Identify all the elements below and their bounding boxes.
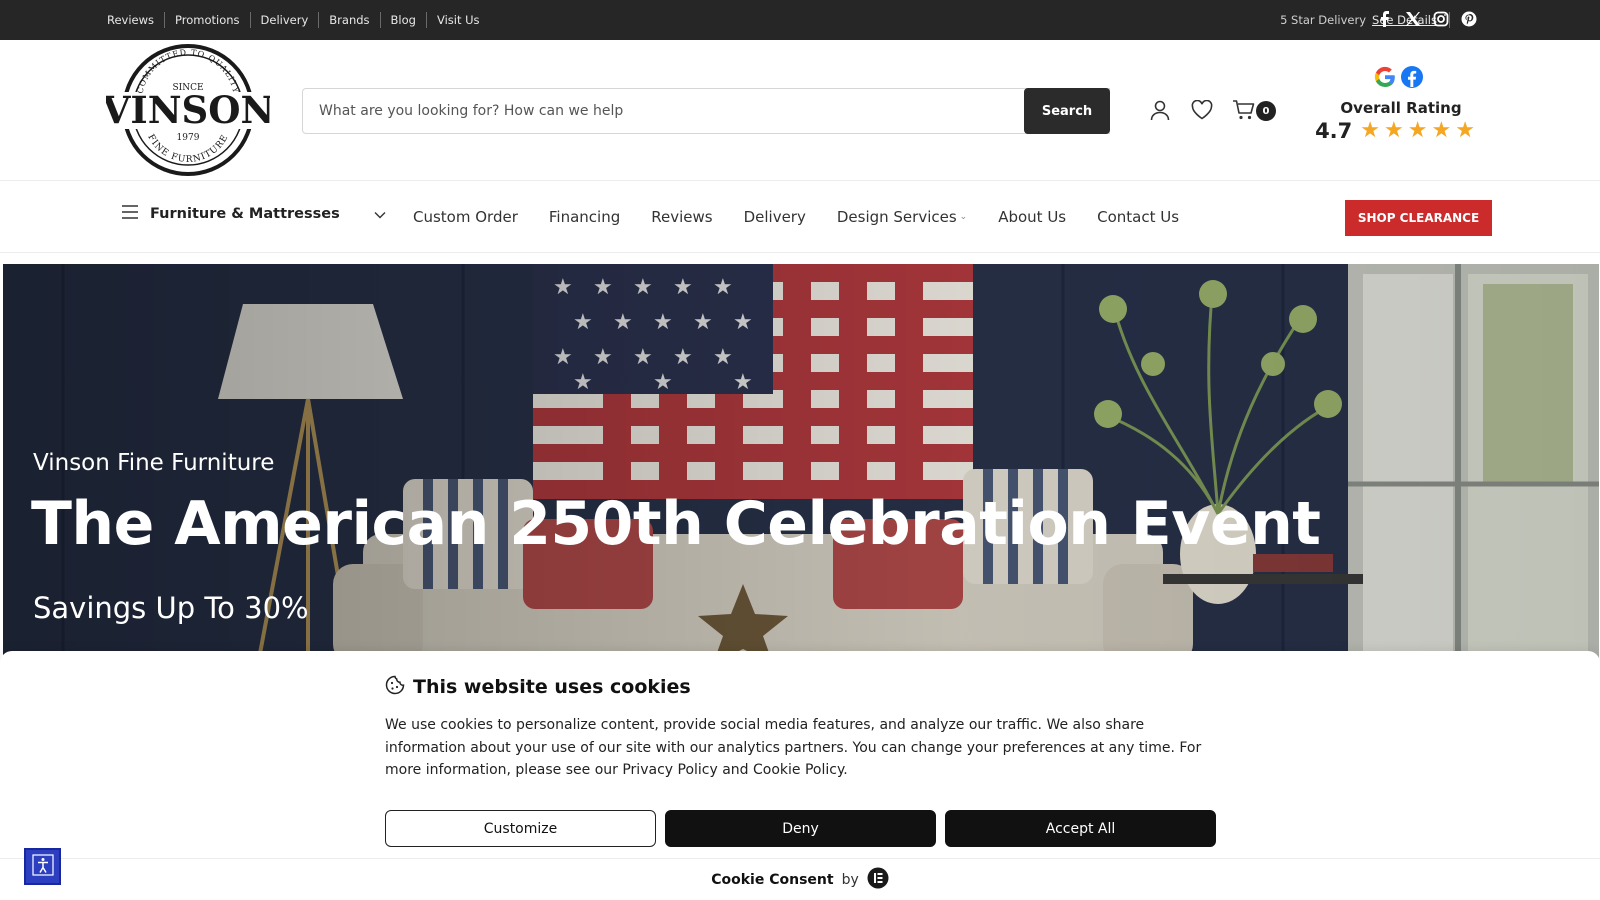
- star-icon: ★: [1360, 118, 1380, 143]
- cookie-deny-button[interactable]: Deny: [665, 810, 936, 847]
- rating-score-row: 4.7 ★ ★ ★ ★ ★: [1310, 119, 1480, 143]
- nav-link-reviews[interactable]: Reviews: [651, 208, 712, 226]
- star-icon: ★: [1384, 118, 1404, 143]
- overall-rating[interactable]: Overall Rating 4.7 ★ ★ ★ ★ ★: [1310, 65, 1480, 143]
- hero-kicker: Vinson Fine Furniture: [33, 450, 275, 476]
- nav-link-financing[interactable]: Financing: [549, 208, 620, 226]
- hamburger-icon: [122, 204, 138, 223]
- cookie-provider-logo-icon[interactable]: [867, 867, 889, 893]
- nav-link-contact-us[interactable]: Contact Us: [1097, 208, 1179, 226]
- rating-badges: [1316, 65, 1480, 93]
- user-icon[interactable]: [1147, 97, 1173, 123]
- cookie-body: We use cookies to personalize content, p…: [385, 717, 1202, 778]
- social-links: [1375, 9, 1479, 29]
- nav-link-custom-order[interactable]: Custom Order: [413, 208, 518, 226]
- top-link-reviews[interactable]: Reviews: [97, 12, 166, 28]
- top-link-brands[interactable]: Brands: [319, 12, 381, 28]
- cookie-accept-all-button[interactable]: Accept All: [945, 810, 1216, 847]
- top-links: Reviews Promotions Delivery Brands Blog …: [97, 0, 490, 40]
- chevron-down-icon: ⌄: [959, 212, 968, 222]
- top-link-visit-us[interactable]: Visit Us: [427, 12, 490, 28]
- search-bar: Search: [302, 88, 1110, 134]
- chevron-down-icon: [374, 204, 386, 223]
- accessibility-button[interactable]: [24, 848, 61, 885]
- star-icon: ★: [1431, 118, 1452, 143]
- cookie-banner: This website uses cookies We use cookies…: [0, 651, 1600, 900]
- facebook-badge-icon: [1400, 65, 1424, 93]
- nav-link-about-us[interactable]: About Us: [998, 208, 1066, 226]
- cookie-consent-brand: Cookie Consent: [711, 871, 834, 888]
- main-nav: Furniture & Mattresses Custom Order Fina…: [0, 181, 1600, 253]
- logo-name: VINSON: [106, 88, 270, 132]
- cart-icon[interactable]: [1231, 97, 1257, 123]
- nav-links: Custom Order Financing Reviews Delivery …: [413, 181, 1210, 253]
- nav-link-delivery[interactable]: Delivery: [744, 208, 806, 226]
- rating-title: Overall Rating: [1340, 99, 1462, 117]
- facebook-icon[interactable]: [1375, 9, 1395, 29]
- cart-count-badge: 0: [1256, 101, 1276, 121]
- logo-year: 1979: [177, 133, 200, 143]
- cookie-customize-button[interactable]: Customize: [385, 810, 656, 847]
- hero-headline: The American 250th Celebration Event: [31, 489, 1321, 559]
- delivery-text: 5 Star Delivery: [1280, 13, 1367, 27]
- pinterest-icon[interactable]: [1459, 9, 1479, 29]
- top-link-delivery[interactable]: Delivery: [251, 12, 320, 28]
- category-menu-toggle[interactable]: Furniture & Mattresses: [122, 204, 386, 223]
- vinson-logo[interactable]: COMMITTED TO QUALITY SINCE VINSON 1979 F…: [101, 43, 274, 177]
- site-header: COMMITTED TO QUALITY SINCE VINSON 1979 F…: [0, 40, 1600, 181]
- hero-subheadline: Savings Up To 30%: [33, 591, 309, 625]
- cookie-footer-by: by: [841, 871, 859, 888]
- rating-score: 4.7: [1315, 119, 1353, 143]
- nav-link-design-services[interactable]: Design Services ⌄: [837, 208, 967, 226]
- accessibility-icon: [31, 853, 54, 880]
- google-icon: [1373, 65, 1397, 93]
- star-icon: ★: [1407, 118, 1428, 143]
- heart-icon[interactable]: [1189, 97, 1215, 123]
- cookie-header: This website uses cookies: [385, 675, 691, 699]
- cookie-buttons: Customize Deny Accept All: [385, 810, 1216, 847]
- cookie-title: This website uses cookies: [413, 676, 691, 698]
- shop-clearance-button[interactable]: SHOP CLEARANCE: [1345, 200, 1492, 236]
- hero-banner[interactable]: ★★★★★ ★★★★★ ★★★★★ ★★★: [3, 264, 1599, 664]
- cookie-footer: Cookie Consent by: [0, 858, 1600, 900]
- top-link-blog[interactable]: Blog: [381, 12, 427, 28]
- header-icons: [1147, 97, 1257, 123]
- search-button[interactable]: Search: [1024, 88, 1110, 134]
- cookie-icon: [385, 675, 405, 699]
- nav-link-design-services-label: Design Services: [836, 208, 957, 226]
- top-bar: Reviews Promotions Delivery Brands Blog …: [0, 0, 1600, 40]
- instagram-icon[interactable]: [1431, 9, 1451, 29]
- top-link-promotions[interactable]: Promotions: [165, 12, 251, 28]
- category-menu-label: Furniture & Mattresses: [150, 205, 340, 222]
- x-icon[interactable]: [1403, 9, 1423, 29]
- search-input[interactable]: [303, 89, 1024, 133]
- star-icon: ★: [1455, 118, 1475, 143]
